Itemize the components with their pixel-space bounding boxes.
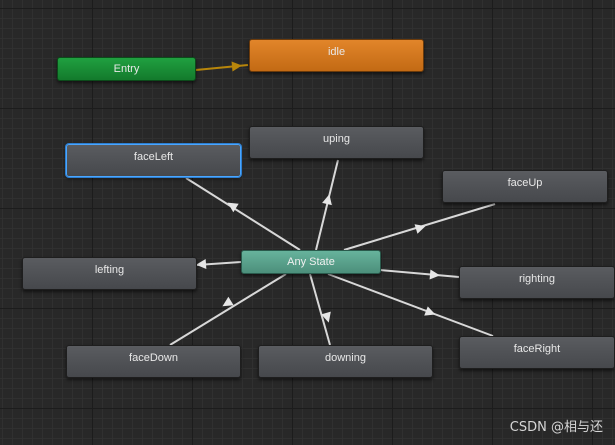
transition-any-righting[interactable] [379,269,460,278]
state-lefting[interactable]: lefting [22,257,197,290]
transition-any-downing[interactable] [309,273,331,346]
arrow-head-icon [196,259,207,269]
state-righting[interactable]: righting [459,266,615,299]
state-idle[interactable]: idle [249,39,424,72]
watermark: CSDN @相与还 [509,420,603,435]
state-facedown[interactable]: faceDown [66,345,241,378]
transition-any-faceleft[interactable] [185,177,301,251]
state-faceright[interactable]: faceRight [459,336,615,369]
transition-any-uping[interactable] [315,159,339,251]
state-downing[interactable]: downing [258,345,433,378]
arrow-head-icon [231,61,242,72]
arrow-head-icon [414,224,426,234]
state-faceup[interactable]: faceUp [442,170,608,203]
state-entry[interactable]: Entry [57,57,196,81]
arrow-head-icon [322,194,332,206]
state-uping[interactable]: uping [249,126,424,159]
state-faceleft[interactable]: faceLeft [66,144,241,177]
arrow-head-icon [429,269,440,280]
state-any-state[interactable]: Any State [241,250,381,274]
arrow-head-icon [424,306,436,316]
